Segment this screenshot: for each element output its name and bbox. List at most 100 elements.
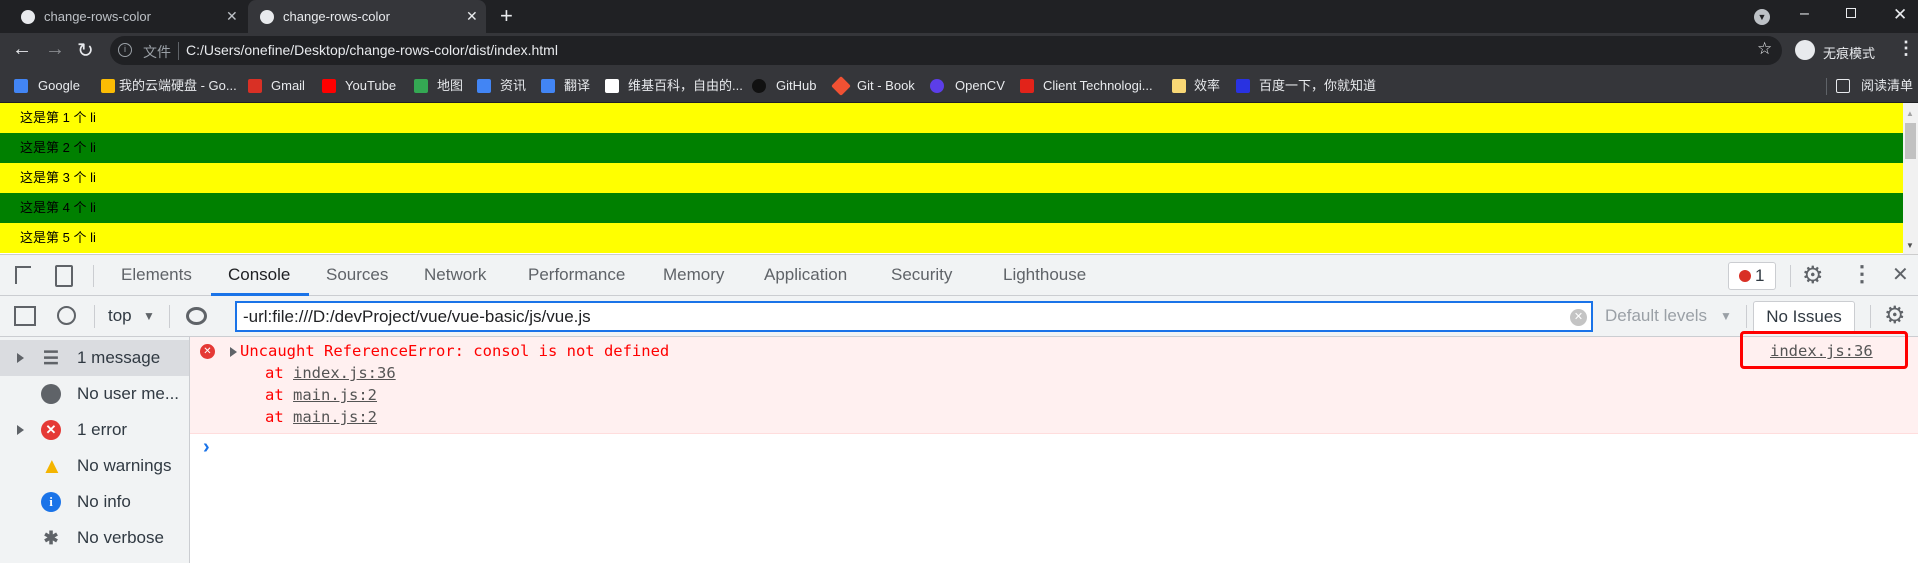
bookmark-wikipedia[interactable]: 维基百科，自由的... — [605, 70, 743, 102]
log-levels-dropdown[interactable]: Default levels — [1605, 306, 1707, 326]
eye-icon[interactable] — [186, 307, 207, 325]
more-options-icon[interactable]: ⋮ — [1851, 261, 1873, 287]
tab-sources[interactable]: Sources — [326, 255, 388, 295]
sidebar-item-errors[interactable]: ✕ 1 error — [0, 412, 189, 448]
error-icon: ✕ — [41, 420, 61, 440]
tab-console[interactable]: Console — [228, 255, 290, 295]
new-tab-button[interactable]: + — [500, 3, 513, 29]
url-text[interactable]: C:/Users/onefine/Desktop/change-rows-col… — [186, 42, 558, 58]
bookmark-gmail[interactable]: Gmail — [248, 70, 305, 102]
sidebar-item-verbose[interactable]: ✱ No verbose — [0, 520, 189, 556]
sidebar-item-label: No info — [77, 492, 131, 511]
wikipedia-icon — [605, 79, 619, 93]
drive-icon — [101, 79, 115, 93]
close-devtools-icon[interactable]: ✕ — [1892, 262, 1909, 287]
tab-lighthouse[interactable]: Lighthouse — [1003, 255, 1086, 295]
reading-list[interactable]: 阅读清单 — [1836, 70, 1913, 102]
error-icon — [1739, 270, 1751, 282]
expand-icon[interactable] — [17, 425, 24, 435]
news-icon — [477, 79, 491, 93]
bookmark-google[interactable]: Google — [14, 70, 80, 102]
settings-gear-icon[interactable]: ⚙ — [1802, 261, 1824, 290]
bookmark-github[interactable]: GitHub — [752, 70, 816, 102]
bookmark-baidu[interactable]: 百度一下，你就知道 — [1236, 70, 1376, 102]
restore-icon[interactable] — [1846, 8, 1856, 18]
bookmark-maps[interactable]: 地图 — [414, 70, 463, 102]
error-count-badge[interactable]: 1 — [1728, 262, 1776, 290]
omnibox[interactable]: i 文件 C:/Users/onefine/Desktop/change-row… — [110, 36, 1782, 65]
close-tab-icon[interactable]: ✕ — [226, 8, 238, 25]
bookmark-label: OpenCV — [955, 78, 1005, 93]
page-scrollbar[interactable]: ▲ ▼ — [1903, 103, 1918, 254]
minimize-icon[interactable]: – — [1800, 5, 1809, 23]
forward-icon[interactable]: → — [45, 38, 65, 61]
bookmark-label: 地图 — [437, 78, 464, 93]
close-tab-icon[interactable]: ✕ — [466, 8, 478, 25]
tab-search-icon[interactable]: ▼ — [1754, 9, 1770, 25]
console-prompt[interactable]: › — [203, 436, 210, 459]
list-item: 这是第 4 个 li — [0, 193, 1903, 223]
bookmark-youtube[interactable]: YouTube — [322, 70, 396, 102]
close-window-icon[interactable]: ✕ — [1893, 5, 1907, 25]
scroll-thumb[interactable] — [1905, 123, 1916, 159]
menu-icon[interactable]: ⋮ — [1897, 38, 1915, 59]
chevron-down-icon[interactable]: ▼ — [143, 309, 155, 323]
tab-application[interactable]: Application — [764, 255, 847, 295]
expand-icon[interactable] — [17, 353, 24, 363]
tab-memory[interactable]: Memory — [663, 255, 724, 295]
bookmark-label: Google — [38, 78, 80, 93]
bookmark-drive[interactable]: 我的云端硬盘 - Go... — [101, 70, 237, 102]
clear-filter-icon[interactable]: ✕ — [1570, 309, 1587, 326]
globe-icon — [260, 10, 274, 24]
incognito-label[interactable]: 无痕模式 — [1823, 43, 1875, 62]
bookmark-opencv[interactable]: OpenCV — [930, 70, 1005, 102]
filter-input[interactable]: -url:file:///D:/devProject/vue/vue-basic… — [235, 301, 1593, 332]
info-icon: i — [41, 492, 61, 512]
tab-performance[interactable]: Performance — [528, 255, 625, 295]
console-settings-icon[interactable]: ⚙ — [1884, 301, 1906, 330]
stack-link[interactable]: index.js:36 — [293, 364, 396, 382]
bookmark-translate[interactable]: 翻译 — [541, 70, 590, 102]
sidebar-item-user-messages[interactable]: No user me... — [0, 376, 189, 412]
sidebar-item-warnings[interactable]: ▲ No warnings — [0, 448, 189, 484]
tab-elements[interactable]: Elements — [121, 255, 192, 295]
back-icon[interactable]: ← — [12, 38, 32, 61]
security-label: 文件 — [143, 44, 171, 60]
device-toolbar-icon[interactable] — [55, 265, 73, 287]
bookmark-label: YouTube — [345, 78, 397, 93]
bookmark-news[interactable]: 资讯 — [477, 70, 526, 102]
tab-network[interactable]: Network — [424, 255, 486, 295]
issues-button[interactable]: No Issues — [1753, 301, 1855, 333]
reload-icon[interactable]: ↻ — [77, 38, 94, 63]
scroll-up-icon[interactable]: ▲ — [1906, 109, 1914, 118]
sidebar-item-info[interactable]: i No info — [0, 484, 189, 520]
stack-link[interactable]: main.js:2 — [293, 408, 377, 426]
info-icon[interactable]: i — [118, 43, 132, 57]
bookmark-label: 维基百科，自由的... — [628, 78, 743, 93]
tab-security[interactable]: Security — [891, 255, 952, 295]
context-selector[interactable]: top — [108, 306, 132, 326]
bookmark-label: 我的云端硬盘 - Go... — [119, 78, 237, 93]
bookmark-star-icon[interactable]: ☆ — [1757, 39, 1772, 59]
bookmark-client-tech[interactable]: Client Technologi... — [1020, 70, 1153, 102]
bookmark-label: Client Technologi... — [1043, 78, 1153, 93]
scroll-down-icon[interactable]: ▼ — [1906, 241, 1914, 250]
opencv-icon — [930, 79, 944, 93]
expand-icon[interactable] — [230, 347, 237, 357]
sidebar-item-label: 1 error — [77, 420, 128, 439]
inspect-element-icon[interactable] — [15, 266, 31, 284]
chevron-down-icon[interactable]: ▼ — [1720, 309, 1732, 323]
browser-tab[interactable]: change-rows-color ✕ — [0, 0, 248, 33]
sidebar-toggle-icon[interactable] — [14, 306, 36, 326]
sidebar-item-label: No warnings — [77, 456, 172, 475]
browser-tab-active[interactable]: change-rows-color ✕ — [248, 0, 486, 33]
console-toolbar: top ▼ -url:file:///D:/devProject/vue/vue… — [0, 296, 1918, 337]
globe-icon — [21, 10, 35, 24]
list-item: 这是第 2 个 li — [0, 133, 1903, 163]
bookmark-git-book[interactable]: Git - Book — [831, 70, 915, 102]
bookmark-folder[interactable]: 效率 — [1172, 70, 1220, 102]
clear-console-icon[interactable] — [57, 306, 76, 325]
sidebar-item-messages[interactable]: ☰ 1 message — [0, 340, 189, 376]
stack-link[interactable]: main.js:2 — [293, 386, 377, 404]
filter-value: -url:file:///D:/devProject/vue/vue-basic… — [243, 307, 591, 326]
